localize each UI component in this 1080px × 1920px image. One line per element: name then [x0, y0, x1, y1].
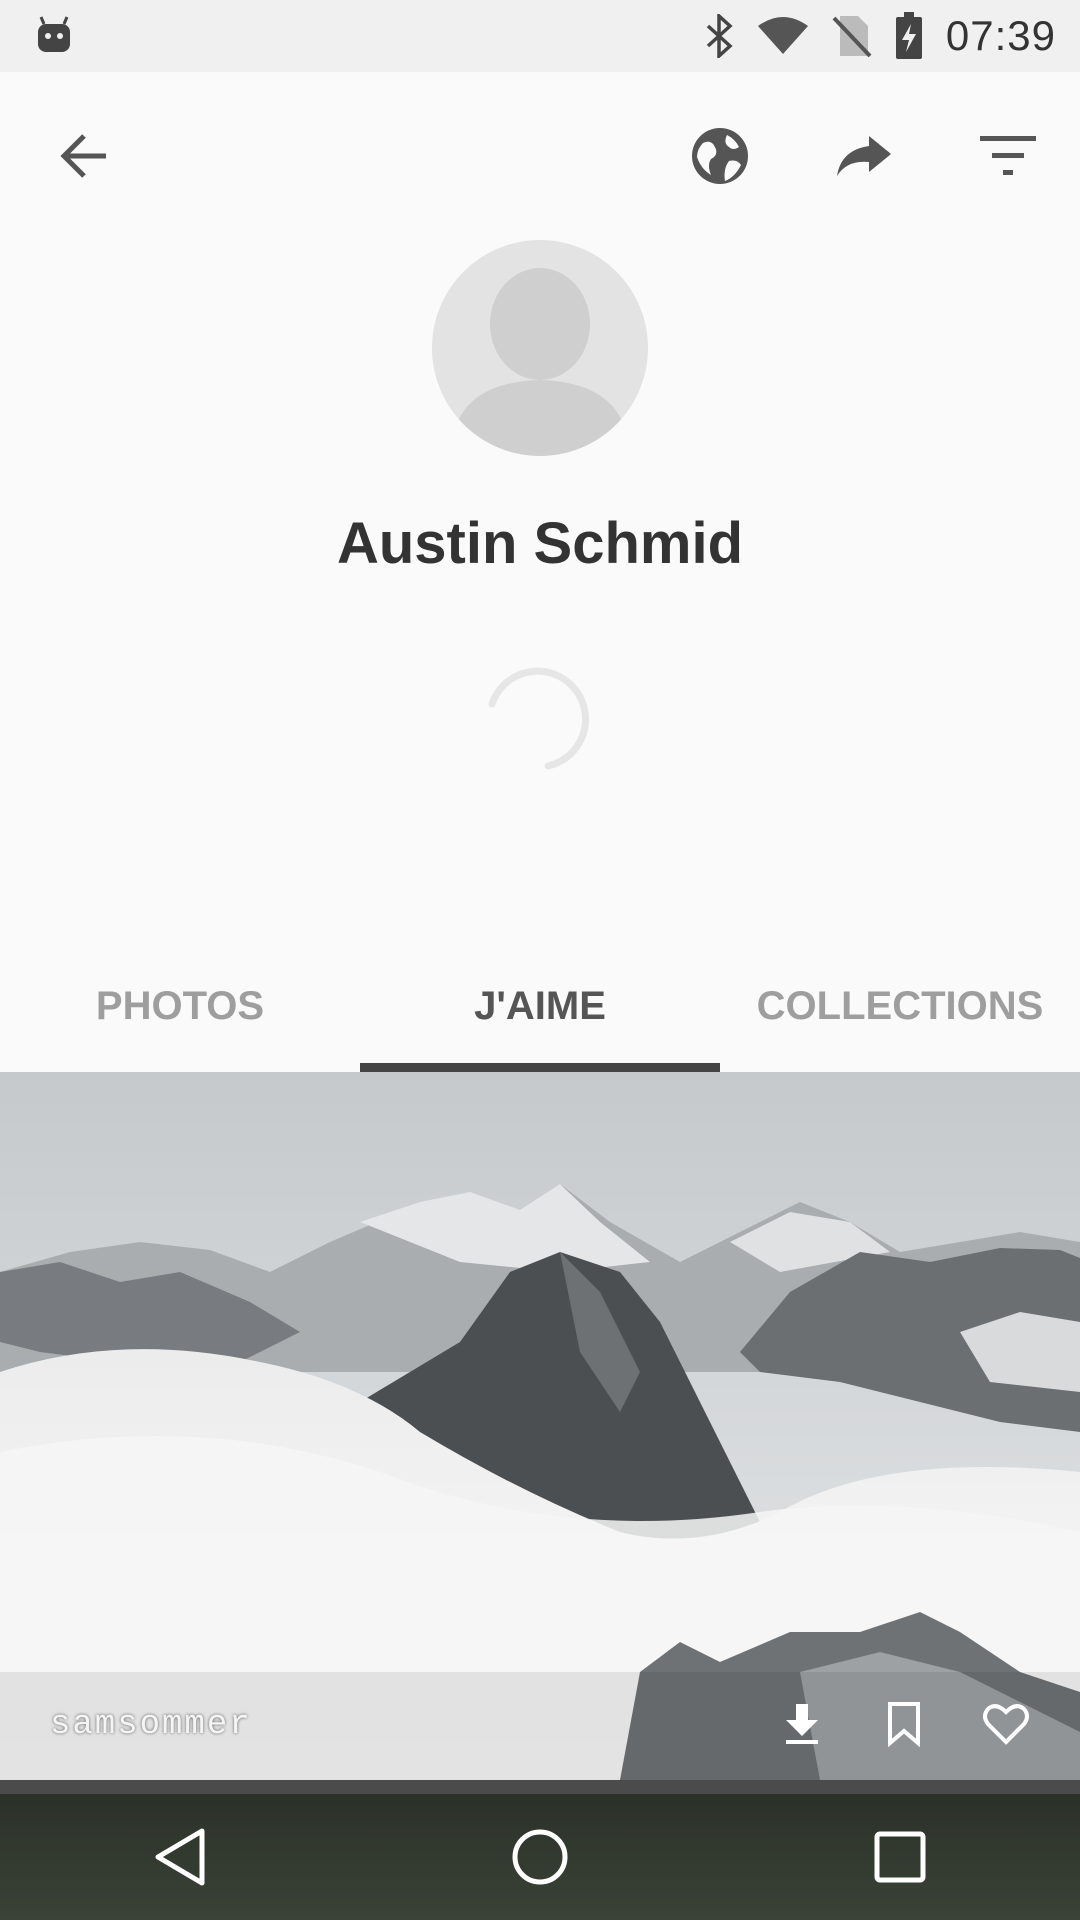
back-arrow-icon: [60, 134, 106, 178]
tab-label: J'AIME: [474, 983, 606, 1028]
recents-square-icon: [874, 1831, 926, 1883]
nav-back-button[interactable]: [120, 1797, 240, 1917]
tab-label: COLLECTIONS: [756, 983, 1044, 1028]
profile-tabs: PHOTOS J'AIME COLLECTIONS: [0, 940, 1080, 1072]
bluetooth-icon: [706, 14, 733, 58]
share-button[interactable]: [822, 114, 906, 198]
system-nav-bar: [0, 1794, 1080, 1920]
photo-card[interactable]: [0, 1072, 1080, 1780]
download-button[interactable]: [768, 1690, 836, 1758]
person-placeholder-icon: [456, 268, 624, 456]
back-triangle-icon: [155, 1828, 205, 1886]
tab-label: PHOTOS: [95, 983, 265, 1028]
battery-charging-icon: [895, 12, 922, 59]
android-debug-icon: [38, 16, 70, 52]
filter-icon: [980, 136, 1036, 175]
filter-button[interactable]: [966, 114, 1050, 198]
share-icon: [837, 136, 891, 176]
download-icon: [786, 1704, 818, 1744]
status-bar: 07:39: [0, 0, 1080, 72]
app-bar: [0, 72, 1080, 240]
wifi-icon: [757, 17, 808, 54]
mountain-photo: [0, 1072, 1080, 1780]
heart-icon: [983, 1704, 1029, 1745]
tab-collections[interactable]: COLLECTIONS: [720, 940, 1080, 1072]
bookmark-button[interactable]: [870, 1690, 938, 1758]
bookmark-icon: [888, 1702, 920, 1747]
status-time: 07:39: [945, 12, 1056, 59]
like-button[interactable]: [972, 1690, 1040, 1758]
nav-recents-button[interactable]: [840, 1797, 960, 1917]
tab-photos[interactable]: PHOTOS: [0, 940, 360, 1072]
photo-author[interactable]: samsommer: [50, 1706, 252, 1744]
photo-actions: [768, 1690, 1040, 1758]
divider: [0, 1780, 1080, 1794]
profile-name: Austin Schmid: [336, 511, 744, 576]
website-button[interactable]: [678, 114, 762, 198]
globe-icon: [692, 128, 748, 184]
nav-home-button[interactable]: [480, 1797, 600, 1917]
loading-spinner: [488, 667, 590, 770]
tab-likes[interactable]: J'AIME: [360, 940, 720, 1072]
home-circle-icon: [512, 1829, 568, 1885]
avatar: [432, 240, 648, 456]
no-sim-icon: [832, 16, 872, 58]
back-button[interactable]: [42, 114, 126, 198]
